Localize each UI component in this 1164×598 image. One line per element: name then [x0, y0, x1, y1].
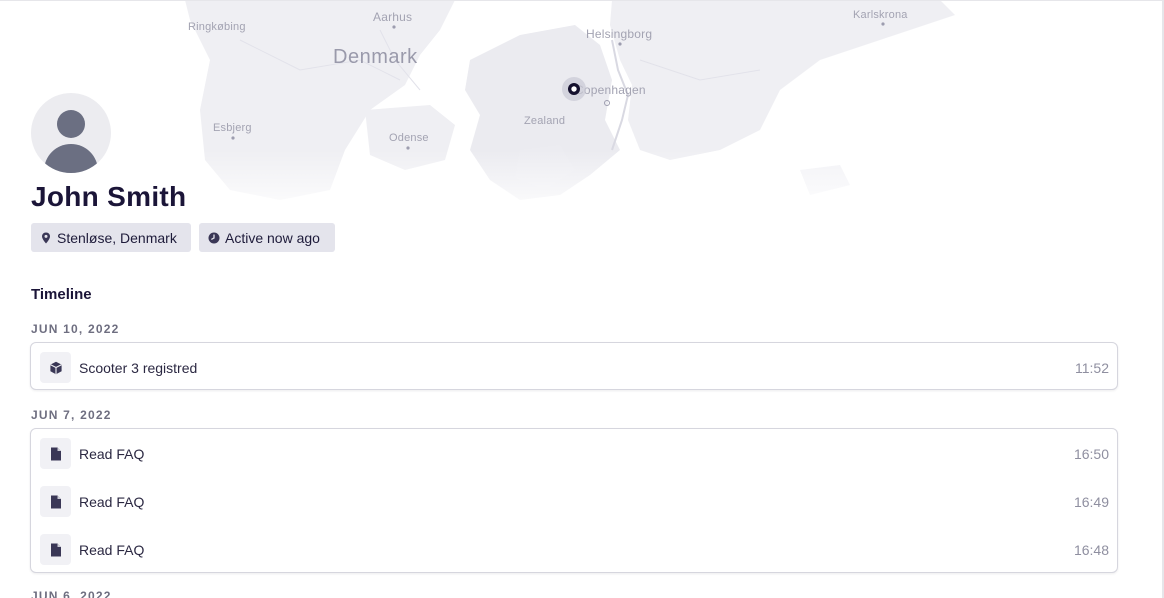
timeline-title: Timeline: [31, 286, 92, 303]
timeline-date-heading: JUN 10, 2022: [31, 322, 120, 336]
document-icon: [40, 486, 71, 517]
top-border: [0, 0, 1164, 1]
event-time: 11:52: [1075, 360, 1109, 376]
activity-text: Active now ago: [225, 229, 320, 246]
map-label-ringkobing: Ringkøbing: [188, 21, 246, 33]
map-label-denmark: Denmark: [333, 46, 418, 68]
timeline-date-heading: JUN 6, 2022: [31, 589, 112, 598]
map-label-zealand: Zealand: [524, 115, 566, 127]
clock-icon: [208, 232, 220, 243]
event-label: Scooter 3 registred: [79, 360, 198, 376]
user-profile-page: Aarhus Ringkøbing Denmark Helsingborg Ka…: [0, 0, 1164, 598]
event-time: 16:48: [1073, 542, 1109, 558]
profile-name: John Smith: [31, 181, 187, 212]
timeline-event-card: Read FAQ 16:50 Read FAQ 16:49 Read FAQ 1…: [30, 428, 1118, 573]
map-label-helsingborg: Helsingborg: [586, 27, 653, 41]
timeline-event-row[interactable]: Read FAQ 16:48: [31, 525, 1117, 573]
map-label-esbjerg: Esbjerg: [213, 122, 252, 134]
location-badge: Stenløse, Denmark: [31, 223, 191, 252]
cube-icon: [40, 352, 71, 383]
event-time: 16:50: [1073, 446, 1109, 462]
event-time: 16:49: [1073, 494, 1109, 510]
location-marker-icon[interactable]: [560, 75, 588, 103]
event-label: Read FAQ: [79, 494, 145, 510]
map-pin-icon: [42, 232, 50, 243]
timeline-event-card: Scooter 3 registred 11:52: [30, 342, 1118, 390]
document-icon: [40, 438, 71, 469]
activity-badge: Active now ago: [199, 223, 335, 252]
timeline-event-row[interactable]: Scooter 3 registred 11:52: [31, 343, 1117, 391]
timeline-date-heading: JUN 7, 2022: [31, 408, 112, 422]
event-label: Read FAQ: [79, 446, 145, 462]
timeline-event-row[interactable]: Read FAQ 16:50: [31, 429, 1117, 477]
user-avatar-icon: [31, 93, 111, 173]
map-label-odense: Odense: [389, 132, 429, 144]
map-label-karlskrona: Karlskrona: [853, 9, 908, 21]
event-label: Read FAQ: [79, 542, 145, 558]
document-icon: [40, 534, 71, 565]
timeline-event-row[interactable]: Read FAQ 16:49: [31, 477, 1117, 525]
map-label-aarhus: Aarhus: [373, 10, 413, 24]
location-text: Stenløse, Denmark: [57, 229, 177, 246]
